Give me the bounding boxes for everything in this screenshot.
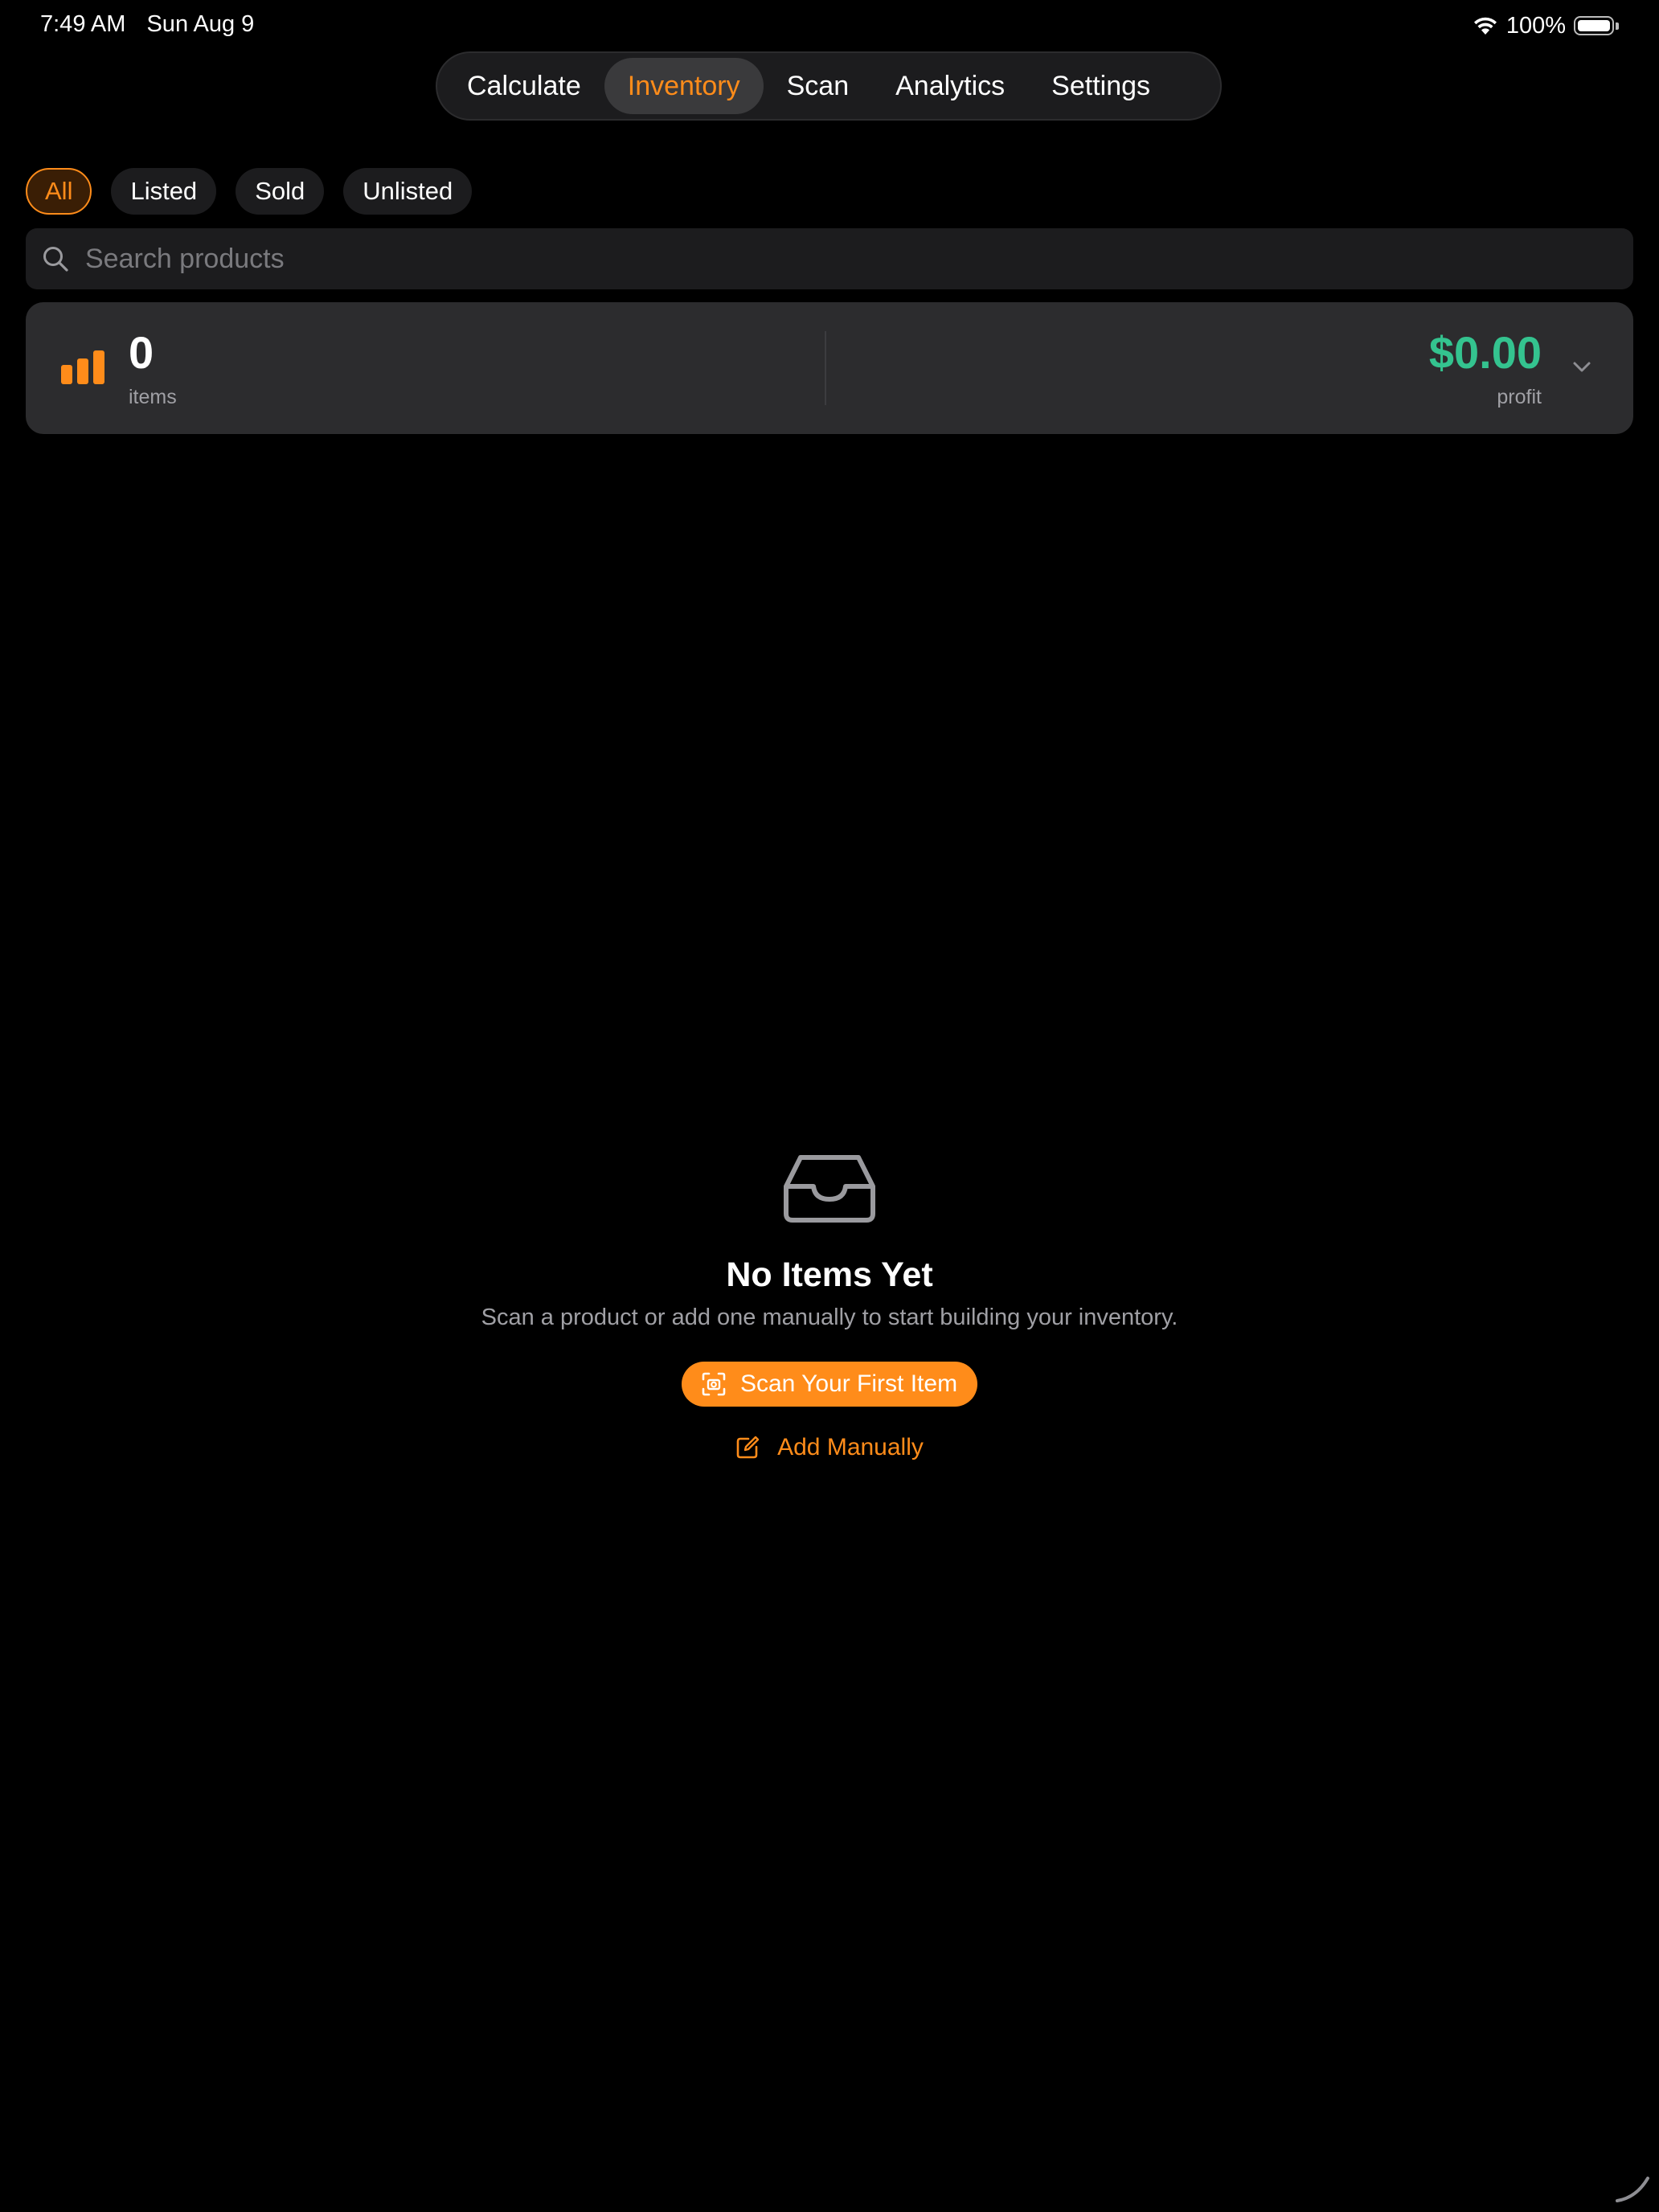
battery-tip [1616, 22, 1619, 30]
status-bar: 7:49 AM Sun Aug 9 100% [0, 0, 1659, 51]
filter-chip-listed[interactable]: Listed [111, 168, 217, 215]
item-count-label: items [129, 386, 177, 408]
filter-chip-all[interactable]: All [26, 168, 92, 215]
tab-calculate[interactable]: Calculate [444, 58, 604, 114]
add-manually-button[interactable]: Add Manually [0, 1434, 1659, 1461]
empty-state: No Items Yet Scan a product or add one m… [0, 1154, 1659, 1461]
compose-icon [736, 1436, 760, 1459]
item-count: 0 [129, 327, 154, 378]
scan-first-item-label: Scan Your First Item [739, 1370, 958, 1397]
battery-percent: 100% [1505, 12, 1566, 39]
scan-first-item-button[interactable]: Scan Your First Item [682, 1362, 977, 1407]
status-left: 7:49 AM Sun Aug 9 [40, 11, 268, 38]
tab-inventory[interactable]: Inventory [604, 58, 764, 114]
tab-analytics[interactable]: Analytics [872, 58, 1028, 114]
bar-chart-icon [61, 350, 104, 384]
search-icon [40, 244, 71, 274]
add-manually-label: Add Manually [777, 1434, 924, 1460]
search-input[interactable] [84, 242, 1633, 276]
filter-chip-sold[interactable]: Sold [236, 168, 325, 215]
search-bar[interactable] [26, 228, 1633, 289]
filter-chip-unlisted[interactable]: Unlisted [343, 168, 473, 215]
empty-state-subtitle: Scan a product or add one manually to st… [481, 1305, 1178, 1330]
wifi-icon [1473, 17, 1497, 35]
filter-chips: All Listed Sold Unlisted [26, 168, 473, 215]
profit-label: profit [1497, 386, 1542, 408]
battery-icon [1574, 16, 1614, 35]
chevron-down-icon[interactable] [1571, 355, 1593, 378]
battery-level [1578, 20, 1610, 31]
tab-settings[interactable]: Settings [1028, 58, 1174, 114]
main-tab-bar: Calculate Inventory Scan Analytics Setti… [436, 51, 1222, 121]
tab-scan[interactable]: Scan [764, 58, 873, 114]
inventory-summary-card[interactable]: 0 items $0.00 profit [26, 302, 1633, 434]
empty-state-title: No Items Yet [726, 1256, 933, 1294]
status-right: 100% [1473, 10, 1619, 42]
status-date: Sun Aug 9 [146, 11, 255, 37]
camera-viewfinder-icon [702, 1372, 726, 1396]
home-indicator-corner [1616, 2177, 1649, 2202]
status-time: 7:49 AM [40, 11, 126, 37]
inbox-tray-icon [784, 1155, 875, 1223]
summary-divider [825, 331, 826, 405]
profit-value: $0.00 [1428, 327, 1542, 378]
